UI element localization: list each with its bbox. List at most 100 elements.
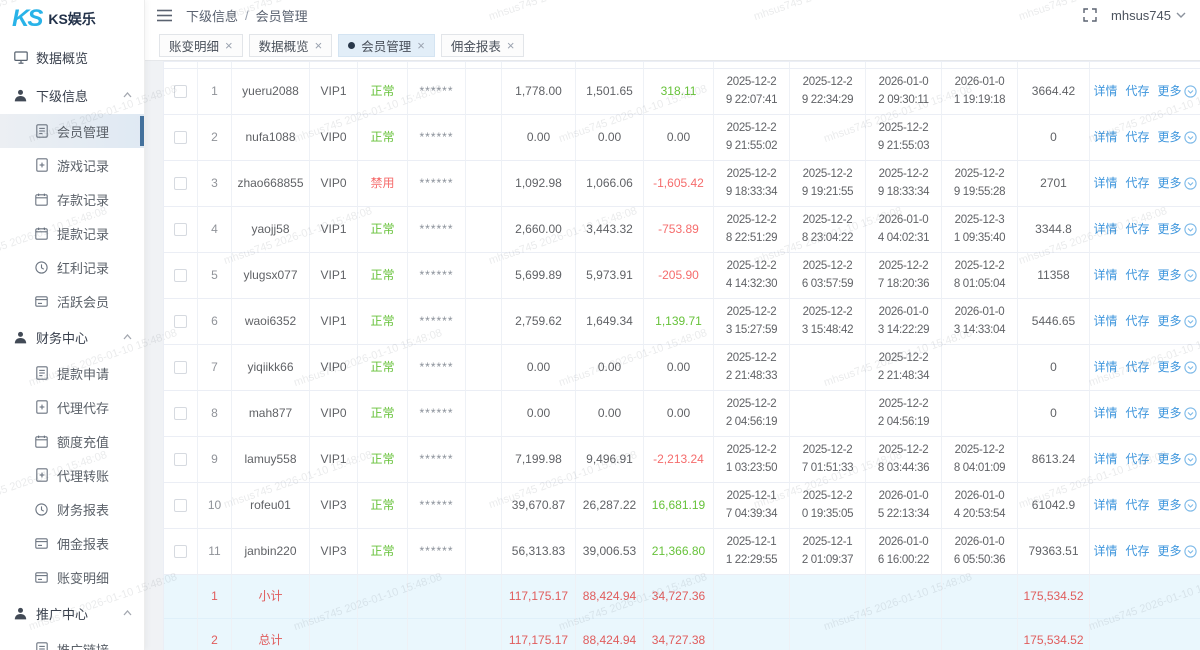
more-link[interactable]: 更多 <box>1158 128 1197 147</box>
cell-date-2: 2025-12-1 2 01:09:37 <box>790 529 866 575</box>
content-area: 1 yueru2088 VIP1 正常 ****** 1,778.00 1,50… <box>145 61 1200 650</box>
monitor-icon <box>13 50 28 65</box>
sidebar-item-commission-report[interactable]: 佣金报表 <box>0 526 144 560</box>
detail-link[interactable]: 详情 <box>1093 404 1117 423</box>
cell-username: rofeu01 <box>232 483 310 529</box>
sidebar-item-account-changes[interactable]: 账变明细 <box>0 560 144 594</box>
tab-member-management[interactable]: 会员管理 × <box>338 34 435 57</box>
deposit-link[interactable]: 代存 <box>1125 542 1149 561</box>
cell-bet-amount: 0.00 <box>576 391 644 437</box>
more-link[interactable]: 更多 <box>1158 174 1197 193</box>
cell-empty <box>466 207 502 253</box>
cell-vip-level: VIP0 <box>310 115 358 161</box>
cell-date-3: 2025-12-2 9 18:33:34 <box>866 161 942 207</box>
cell-vip-level: VIP1 <box>310 299 358 345</box>
cell-summary-label: 小计 <box>232 575 310 619</box>
doc-plus-icon <box>34 468 49 483</box>
sidebar-item-game-records[interactable]: 游戏记录 <box>0 148 144 182</box>
doc-plus-icon <box>34 158 49 173</box>
sidebar-item-subordinate-info[interactable]: 下级信息 <box>0 76 144 114</box>
fullscreen-icon[interactable] <box>1083 8 1097 22</box>
deposit-link[interactable]: 代存 <box>1125 174 1149 193</box>
sidebar-item-promotion-center[interactable]: 推广中心 <box>0 594 144 632</box>
detail-link[interactable]: 详情 <box>1093 358 1117 377</box>
deposit-link[interactable]: 代存 <box>1125 358 1149 377</box>
sidebar-item-quota-recharge[interactable]: 额度充值 <box>0 424 144 458</box>
calendar-icon <box>34 192 49 207</box>
row-checkbox[interactable] <box>174 131 187 144</box>
sidebar-item-agent-transfer[interactable]: 代理转账 <box>0 458 144 492</box>
sidebar-item-promo-links[interactable]: 推广链接 <box>0 632 144 650</box>
tab-close-icon[interactable]: × <box>507 39 515 52</box>
cell-winloss: 0.00 <box>644 345 714 391</box>
more-link[interactable]: 更多 <box>1158 266 1197 285</box>
sidebar-item-withdraw-records[interactable]: 提款记录 <box>0 216 144 250</box>
row-checkbox[interactable] <box>174 177 187 190</box>
sidebar-item-deposit-records[interactable]: 存款记录 <box>0 182 144 216</box>
sidebar-item-withdraw-apply[interactable]: 提款申请 <box>0 356 144 390</box>
deposit-link[interactable]: 代存 <box>1125 220 1149 239</box>
deposit-link[interactable]: 代存 <box>1125 128 1149 147</box>
hamburger-icon[interactable] <box>157 9 172 22</box>
cell-empty <box>466 391 502 437</box>
cell-date-1: 2025-12-2 8 22:51:29 <box>714 207 790 253</box>
deposit-link[interactable]: 代存 <box>1125 404 1149 423</box>
deposit-link[interactable]: 代存 <box>1125 496 1149 515</box>
cell-actions <box>1090 62 1200 69</box>
sidebar-item-active-members[interactable]: 活跃会员 <box>0 284 144 318</box>
more-link[interactable]: 更多 <box>1158 404 1197 423</box>
sidebar-item-finance-report[interactable]: 财务报表 <box>0 492 144 526</box>
row-checkbox[interactable] <box>174 85 187 98</box>
more-link[interactable]: 更多 <box>1158 312 1197 331</box>
card-icon <box>34 294 49 309</box>
more-link[interactable]: 更多 <box>1158 82 1197 101</box>
cell-row-number: 2 <box>198 619 232 650</box>
tab-close-icon[interactable]: × <box>225 39 233 52</box>
deposit-link[interactable]: 代存 <box>1125 450 1149 469</box>
detail-link[interactable]: 详情 <box>1093 542 1117 561</box>
cell-balance <box>502 62 576 69</box>
tab-commission-report[interactable]: 佣金报表 × <box>441 34 525 57</box>
more-link[interactable]: 更多 <box>1158 542 1197 561</box>
cell-bet-amount: 88,424.94 <box>576 575 644 619</box>
tab-account-changes[interactable]: 账变明细 × <box>159 34 243 57</box>
row-checkbox[interactable] <box>174 499 187 512</box>
tab-data-overview[interactable]: 数据概览 × <box>249 34 333 57</box>
cell-date-4: 2025-12-3 1 09:35:40 <box>942 207 1018 253</box>
cell-row-number: 9 <box>198 437 232 483</box>
tab-close-icon[interactable]: × <box>417 39 425 52</box>
row-checkbox[interactable] <box>174 453 187 466</box>
more-link[interactable]: 更多 <box>1158 358 1197 377</box>
row-checkbox[interactable] <box>174 223 187 236</box>
detail-link[interactable]: 详情 <box>1093 82 1117 101</box>
more-link[interactable]: 更多 <box>1158 450 1197 469</box>
row-checkbox[interactable] <box>174 545 187 558</box>
cell-total: 8613.24 <box>1018 437 1090 483</box>
deposit-link[interactable]: 代存 <box>1125 312 1149 331</box>
row-checkbox[interactable] <box>174 361 187 374</box>
breadcrumb-parent[interactable]: 下级信息 <box>186 6 238 25</box>
cell-date-4 <box>942 391 1018 437</box>
sidebar-item-finance-center[interactable]: 财务中心 <box>0 318 144 356</box>
deposit-link[interactable]: 代存 <box>1125 82 1149 101</box>
row-checkbox[interactable] <box>174 269 187 282</box>
row-checkbox[interactable] <box>174 407 187 420</box>
sidebar-item-data-overview[interactable]: 数据概览 <box>0 38 144 76</box>
sidebar-item-member-management[interactable]: 会员管理 <box>0 114 144 148</box>
sidebar-item-bonus-records[interactable]: 红利记录 <box>0 250 144 284</box>
tab-close-icon[interactable]: × <box>315 39 323 52</box>
sidebar-item-agent-deposit[interactable]: 代理代存 <box>0 390 144 424</box>
cell-password-mask: ****** <box>408 345 466 391</box>
more-link[interactable]: 更多 <box>1158 496 1197 515</box>
detail-link[interactable]: 详情 <box>1093 174 1117 193</box>
detail-link[interactable]: 详情 <box>1093 312 1117 331</box>
detail-link[interactable]: 详情 <box>1093 266 1117 285</box>
user-menu[interactable]: mhsus745 <box>1111 8 1186 23</box>
deposit-link[interactable]: 代存 <box>1125 266 1149 285</box>
detail-link[interactable]: 详情 <box>1093 496 1117 515</box>
more-link[interactable]: 更多 <box>1158 220 1197 239</box>
row-checkbox[interactable] <box>174 315 187 328</box>
detail-link[interactable]: 详情 <box>1093 128 1117 147</box>
detail-link[interactable]: 详情 <box>1093 220 1117 239</box>
detail-link[interactable]: 详情 <box>1093 450 1117 469</box>
